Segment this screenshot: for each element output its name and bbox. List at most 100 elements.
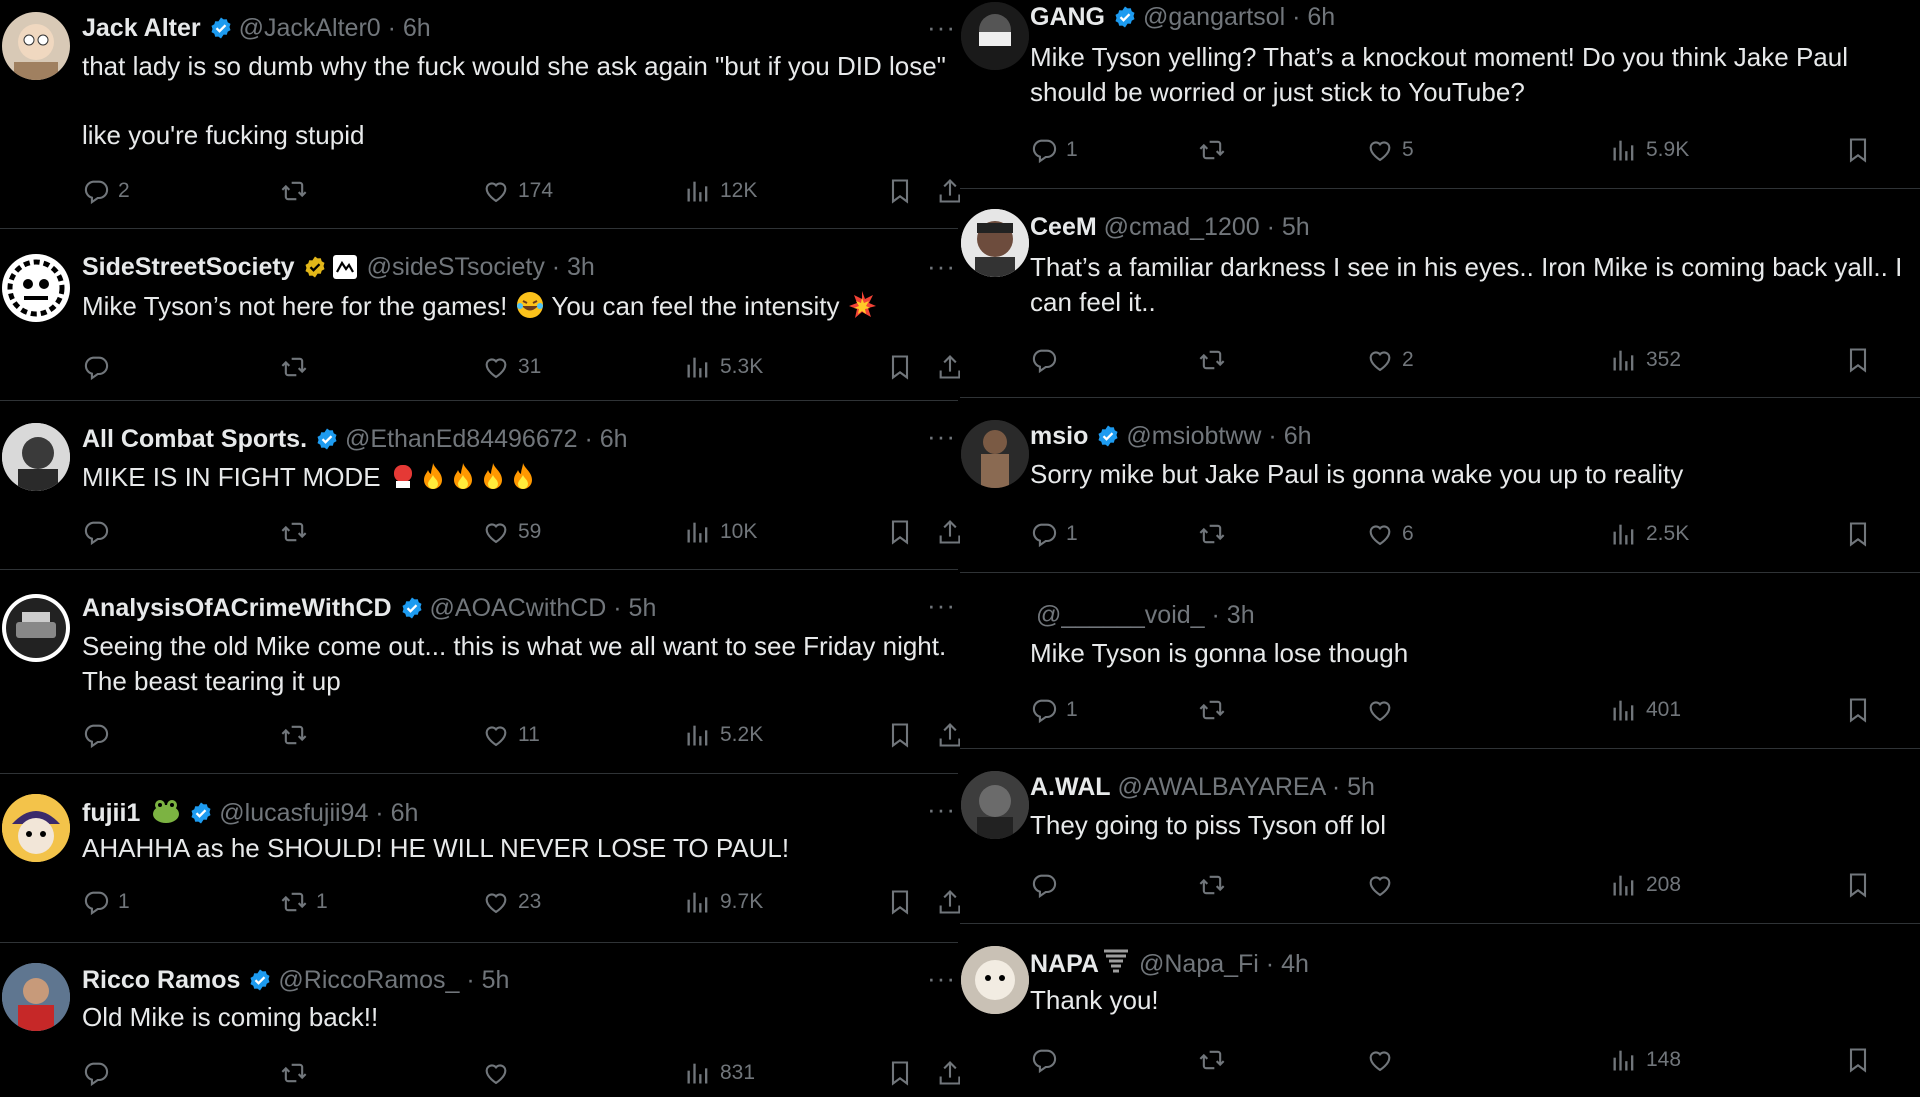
- retweet-button[interactable]: [1198, 869, 1234, 901]
- retweet-button[interactable]: [1198, 344, 1234, 376]
- tweet[interactable]: msio @msiobtww · 6h Sorry mike but Jake P…: [960, 398, 1920, 573]
- retweet-button[interactable]: [1198, 1044, 1234, 1076]
- bookmark-button[interactable]: [886, 175, 922, 207]
- reply-button[interactable]: [1030, 344, 1066, 376]
- bookmark-button[interactable]: [1844, 1044, 1880, 1076]
- views-button[interactable]: 10K: [684, 516, 757, 548]
- display-name[interactable]: AnalysisOfACrimeWithCD: [82, 594, 392, 622]
- retweet-button[interactable]: [280, 351, 316, 383]
- like-button[interactable]: 31: [482, 351, 541, 383]
- avatar[interactable]: [961, 2, 1029, 70]
- tweet[interactable]: Jack Alter @JackAlter0 · 6h ··· that lady…: [0, 0, 958, 229]
- avatar[interactable]: [961, 209, 1029, 277]
- retweet-button[interactable]: [1198, 694, 1234, 726]
- handle[interactable]: @AOACwithCD · 5h: [430, 594, 657, 622]
- avatar[interactable]: [2, 963, 70, 1031]
- retweet-button[interactable]: [1198, 518, 1234, 550]
- avatar[interactable]: [961, 946, 1029, 1014]
- display-name[interactable]: All Combat Sports.: [82, 425, 307, 453]
- share-button[interactable]: [936, 719, 960, 751]
- views-button[interactable]: 5.2K: [684, 719, 763, 751]
- avatar[interactable]: [2, 12, 70, 80]
- handle[interactable]: @sideSTsociety · 3h: [367, 253, 595, 281]
- reply-button[interactable]: [1030, 1044, 1066, 1076]
- reply-button[interactable]: 1: [1030, 134, 1078, 166]
- tweet[interactable]: GANG @gangartsol · 6h Mike Tyson yelling?…: [960, 0, 1920, 189]
- tweet[interactable]: AnalysisOfACrimeWithCD @AOACwithCD · 5h ·…: [0, 570, 958, 774]
- share-button[interactable]: [936, 175, 960, 207]
- retweet-button[interactable]: [280, 516, 316, 548]
- tweet[interactable]: Ricco Ramos @RiccoRamos_ · 5h ··· Old Mik…: [0, 943, 958, 1097]
- more-icon[interactable]: ···: [927, 963, 956, 994]
- handle[interactable]: @RiccoRamos_ · 5h: [278, 966, 509, 994]
- handle[interactable]: @EthanEd84496672 · 6h: [345, 425, 628, 453]
- bookmark-button[interactable]: [1844, 518, 1880, 550]
- more-icon[interactable]: ···: [927, 794, 956, 825]
- handle[interactable]: @msiobtww · 6h: [1126, 422, 1311, 450]
- views-button[interactable]: 148: [1610, 1044, 1681, 1076]
- like-button[interactable]: 11: [482, 719, 540, 751]
- views-button[interactable]: 12K: [684, 175, 757, 207]
- more-icon[interactable]: ···: [927, 12, 956, 43]
- like-button[interactable]: [1366, 1044, 1402, 1076]
- tweet[interactable]: @______void_ · 3h Mike Tyson is gonna lo…: [960, 573, 1920, 749]
- tweet[interactable]: A.WAL @AWALBAYAREA · 5h They going to pi…: [960, 749, 1920, 924]
- display-name[interactable]: Ricco Ramos: [82, 966, 240, 994]
- handle[interactable]: @______void_ · 3h: [1036, 601, 1255, 629]
- bookmark-button[interactable]: [886, 886, 922, 918]
- views-button[interactable]: 5.9K: [1610, 134, 1689, 166]
- avatar[interactable]: [961, 771, 1029, 839]
- handle[interactable]: @gangartsol · 6h: [1143, 3, 1335, 31]
- like-button[interactable]: [482, 1057, 518, 1089]
- bookmark-button[interactable]: [1844, 694, 1880, 726]
- like-button[interactable]: 174: [482, 175, 553, 207]
- like-button[interactable]: 2: [1366, 344, 1414, 376]
- tweet[interactable]: NAPA @Napa_Fi · 4h Thank you! 148: [960, 924, 1920, 1097]
- tweet[interactable]: SideStreetSociety @sideSTsociety · 3h ···…: [0, 229, 958, 401]
- share-button[interactable]: [936, 1057, 960, 1089]
- retweet-button[interactable]: [280, 719, 316, 751]
- more-icon[interactable]: ···: [927, 421, 956, 452]
- more-icon[interactable]: ···: [927, 251, 956, 282]
- views-button[interactable]: 352: [1610, 344, 1681, 376]
- handle[interactable]: @JackAlter0 · 6h: [239, 14, 431, 42]
- more-icon[interactable]: ···: [927, 590, 956, 621]
- like-button[interactable]: 6: [1366, 518, 1414, 550]
- views-button[interactable]: 208: [1610, 869, 1681, 901]
- reply-button[interactable]: 1: [82, 886, 130, 918]
- like-button[interactable]: 5: [1366, 134, 1414, 166]
- bookmark-button[interactable]: [886, 516, 922, 548]
- handle[interactable]: @Napa_Fi · 4h: [1139, 950, 1309, 978]
- display-name[interactable]: CeeM: [1030, 213, 1097, 241]
- tweet[interactable]: fujii1 @lucasfujii94 · 6h ··· AHAHHA as …: [0, 774, 958, 943]
- handle[interactable]: @cmad_1200 · 5h: [1104, 213, 1310, 241]
- retweet-button[interactable]: [280, 175, 316, 207]
- avatar[interactable]: [2, 254, 70, 322]
- share-button[interactable]: [936, 351, 960, 383]
- like-button[interactable]: 23: [482, 886, 541, 918]
- display-name[interactable]: fujii1: [82, 799, 140, 827]
- reply-button[interactable]: [82, 516, 118, 548]
- views-button[interactable]: 9.7K: [684, 886, 763, 918]
- avatar[interactable]: [961, 420, 1029, 488]
- like-button[interactable]: [1366, 869, 1402, 901]
- display-name[interactable]: A.WAL: [1030, 773, 1111, 801]
- reply-button[interactable]: 1: [1030, 694, 1078, 726]
- retweet-button[interactable]: 1: [280, 886, 328, 918]
- views-button[interactable]: 5.3K: [684, 351, 763, 383]
- display-name[interactable]: NAPA: [1030, 950, 1099, 978]
- views-button[interactable]: 831: [684, 1057, 755, 1089]
- reply-button[interactable]: [82, 719, 118, 751]
- reply-button[interactable]: [82, 351, 118, 383]
- bookmark-button[interactable]: [886, 351, 922, 383]
- bookmark-button[interactable]: [886, 719, 922, 751]
- reply-button[interactable]: [82, 1057, 118, 1089]
- bookmark-button[interactable]: [1844, 869, 1880, 901]
- bookmark-button[interactable]: [1844, 134, 1880, 166]
- tweet[interactable]: All Combat Sports. @EthanEd84496672 · 6h …: [0, 401, 958, 570]
- display-name[interactable]: SideStreetSociety: [82, 253, 295, 281]
- display-name[interactable]: msio: [1030, 422, 1088, 450]
- avatar[interactable]: [2, 423, 70, 491]
- share-button[interactable]: [936, 886, 960, 918]
- like-button[interactable]: 59: [482, 516, 541, 548]
